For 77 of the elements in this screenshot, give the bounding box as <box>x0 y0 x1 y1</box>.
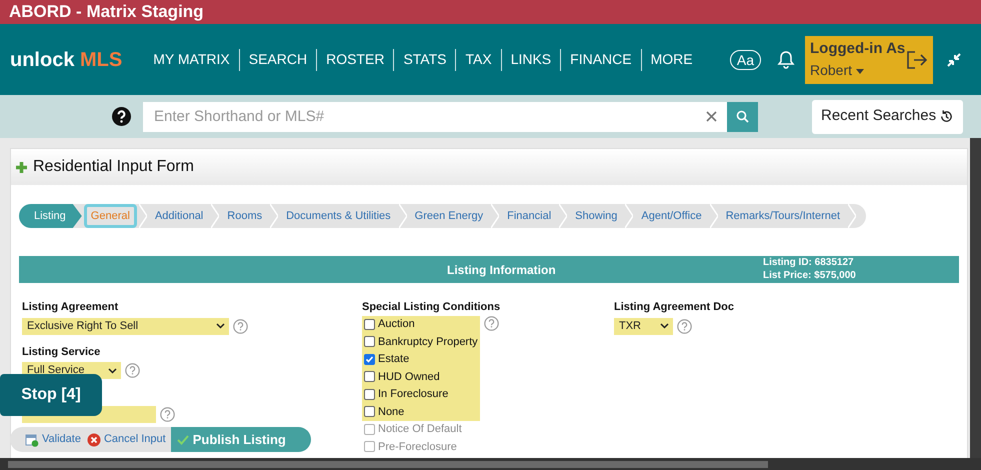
caret-icon <box>856 69 864 74</box>
vertical-scrollbar[interactable] <box>970 138 981 458</box>
user-heading: Logged-in As <box>810 38 906 59</box>
calendar-check-icon <box>25 432 39 446</box>
horizontal-scrollbar[interactable] <box>0 458 981 470</box>
search-icon <box>736 110 749 123</box>
checkbox[interactable] <box>364 406 375 418</box>
bell-icon[interactable] <box>777 50 795 70</box>
chevron-icon <box>216 323 225 329</box>
logout-icon[interactable] <box>906 50 928 70</box>
field-label: Listing Agreement <box>22 300 120 315</box>
recent-searches-button[interactable]: Recent Searches <box>812 100 964 134</box>
search-button[interactable] <box>727 102 758 132</box>
step-tab[interactable]: Additional <box>146 204 212 228</box>
step-tab[interactable]: Agent/Office <box>633 204 710 228</box>
validate-button[interactable]: Validate <box>10 431 87 448</box>
step-tab[interactable]: Rooms <box>219 204 270 228</box>
field-label: Listing Service <box>22 344 102 360</box>
step-divider <box>710 204 718 228</box>
condition-checkbox[interactable]: Auction <box>362 316 480 333</box>
collapse-icon[interactable] <box>947 52 961 66</box>
help-icon[interactable] <box>112 107 131 126</box>
publish-button[interactable]: Publish Listing <box>170 427 311 452</box>
dropdown[interactable]: TXR <box>614 318 673 334</box>
step-divider <box>138 204 147 228</box>
condition-checkbox[interactable]: In Foreclosure <box>362 386 480 403</box>
user-name: Robert <box>810 60 906 82</box>
field-label: Listing Agreement Doc <box>614 300 734 315</box>
list-price: List Price: $575,000 <box>763 269 856 282</box>
user-menu[interactable]: Logged-in As Robert <box>805 36 933 84</box>
cancel-button[interactable]: Cancel Input <box>86 431 171 448</box>
checkbox[interactable] <box>364 336 375 348</box>
cancel-icon <box>86 432 101 446</box>
nav-link[interactable]: SEARCH <box>240 49 316 70</box>
nav-link[interactable]: STATS <box>394 49 456 70</box>
stop-toast[interactable]: Stop [4] <box>0 374 102 416</box>
check-icon <box>176 434 189 444</box>
window-title: ABORD - Matrix Staging <box>9 1 204 24</box>
nav-link[interactable]: MORE <box>642 49 702 70</box>
checkbox[interactable] <box>364 388 375 400</box>
step-divider <box>625 204 634 228</box>
step-tab[interactable]: Documents & Utilities <box>278 204 399 228</box>
nav-link[interactable]: LINKS <box>502 49 560 70</box>
step-divider <box>270 204 278 228</box>
condition-checkbox[interactable]: Estate <box>362 350 480 368</box>
step-tab[interactable]: Green Energy <box>406 204 492 228</box>
step-divider <box>559 204 568 228</box>
step-divider <box>211 204 220 228</box>
nav-link[interactable]: MY MATRIX <box>144 49 239 70</box>
field-label: Special Listing Conditions <box>362 300 502 315</box>
search-field[interactable]: Enter Shorthand or MLS# <box>143 102 727 132</box>
nav-link[interactable]: ROSTER <box>317 49 394 70</box>
step-tab[interactable]: Financial <box>499 204 560 228</box>
chevron-icon <box>108 368 117 374</box>
section-title: Listing Information <box>447 262 556 278</box>
chevron-icon <box>660 323 669 329</box>
condition-checkbox[interactable]: HUD Owned <box>362 368 480 386</box>
condition-checkbox[interactable]: Bankruptcy Property <box>362 333 480 350</box>
checkbox[interactable] <box>364 354 375 365</box>
condition-checkbox[interactable]: None <box>362 403 480 420</box>
font-size-button[interactable]: Aa <box>730 50 761 70</box>
step-divider <box>491 204 500 228</box>
step-tab[interactable]: Showing <box>567 204 626 228</box>
logo[interactable]: unlock MLS <box>10 44 122 74</box>
nav-link[interactable]: TAX <box>456 49 501 70</box>
step-divider <box>398 204 407 228</box>
history-icon <box>939 109 954 124</box>
step-divider <box>848 204 856 228</box>
nav-link[interactable]: FINANCE <box>561 49 641 70</box>
step-tab[interactable]: Remarks/Tours/Internet <box>718 204 848 228</box>
checkbox[interactable] <box>364 318 375 330</box>
checkbox[interactable] <box>364 371 375 382</box>
dropdown[interactable]: Exclusive Right To Sell <box>22 318 229 334</box>
step-tab[interactable]: Listing <box>19 204 82 228</box>
listing-id: Listing ID: 6835127 <box>763 256 855 269</box>
form-title: Residential Input Form <box>33 157 194 177</box>
plus-icon[interactable] <box>16 162 27 172</box>
